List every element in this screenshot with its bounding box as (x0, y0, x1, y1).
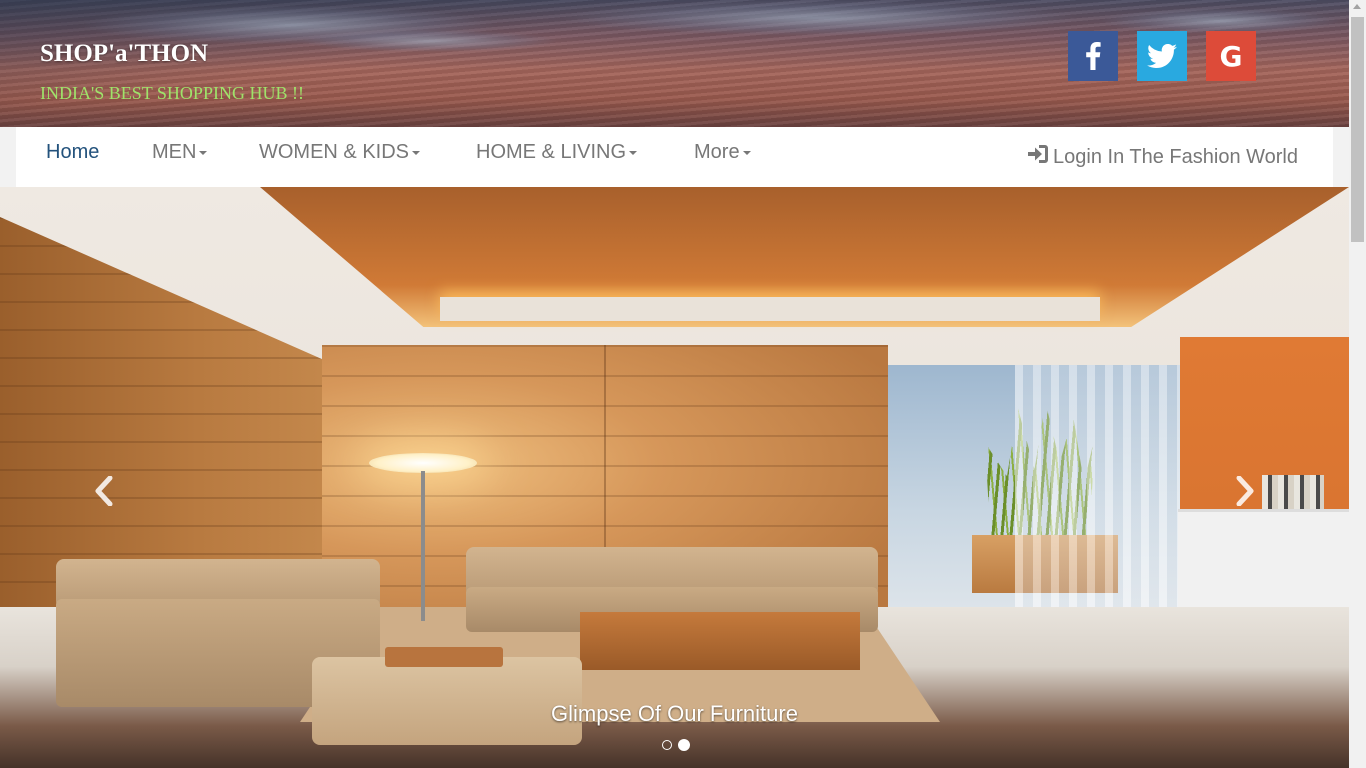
floor-lamp-pole (421, 471, 425, 621)
scroll-up-icon[interactable] (1353, 4, 1361, 9)
nav-item-men[interactable]: MEN (152, 141, 208, 164)
nav-item-label: WOMEN & KIDS (259, 141, 410, 163)
room-books (1262, 475, 1324, 509)
navbar-container: Home MEN WOMEN & KIDS HOME & LIVING More… (0, 127, 1349, 188)
hero-carousel: Glimpse Of Our Furniture (0, 187, 1349, 768)
chevron-left-icon (93, 475, 115, 511)
carousel-indicator-1[interactable] (662, 740, 672, 750)
nav-item-label: Home (46, 141, 100, 163)
banner-wave (300, 30, 560, 52)
header-banner: SHOP'a'THON INDIA'S BEST SHOPPING HUB !!… (0, 0, 1349, 127)
nav-item-home-living[interactable]: HOME & LIVING (476, 141, 638, 164)
carousel-caption: Glimpse Of Our Furniture (551, 701, 798, 726)
carousel-prev-button[interactable] (84, 468, 124, 518)
brand-tagline: INDIA'S BEST SHOPPING HUB !! (40, 83, 304, 103)
brand-title[interactable]: SHOP'a'THON (40, 40, 208, 68)
log-in-icon (1027, 144, 1053, 170)
login-link[interactable]: Login In The Fashion World (1027, 144, 1298, 170)
room-ceiling-edge (440, 297, 1100, 321)
caret-down-icon (412, 150, 421, 155)
google-icon: G (1219, 39, 1243, 73)
nav-item-home[interactable]: Home (46, 141, 99, 164)
carousel-indicator-2[interactable] (678, 739, 690, 751)
google-button[interactable]: G (1206, 31, 1256, 81)
twitter-icon (1147, 44, 1177, 68)
caret-down-icon (629, 150, 638, 155)
floor-lamp-shade (369, 453, 477, 473)
carousel-next-button[interactable] (1225, 468, 1265, 518)
carousel-indicators (662, 739, 690, 751)
nav-item-label: More (694, 141, 740, 163)
banner-wave (560, 0, 1080, 36)
serving-tray (385, 647, 503, 667)
caret-down-icon (199, 150, 208, 155)
facebook-button[interactable] (1068, 31, 1118, 81)
nav-item-label: MEN (152, 141, 197, 163)
facebook-icon (1085, 42, 1101, 70)
caret-down-icon (742, 150, 751, 155)
scrollbar-thumb[interactable] (1351, 17, 1364, 242)
nav-item-more[interactable]: More (694, 141, 751, 164)
coffee-table (580, 612, 860, 670)
page-scrollbar[interactable] (1349, 0, 1366, 768)
nav-item-label: HOME & LIVING (476, 141, 627, 163)
navbar: Home MEN WOMEN & KIDS HOME & LIVING More… (16, 127, 1333, 188)
room-curtain (1015, 365, 1185, 610)
room-cabinet (1178, 509, 1349, 612)
nav-item-women-kids[interactable]: WOMEN & KIDS (259, 141, 421, 164)
login-label: Login In The Fashion World (1053, 145, 1298, 168)
chevron-right-icon (1234, 475, 1256, 511)
twitter-button[interactable] (1137, 31, 1187, 81)
